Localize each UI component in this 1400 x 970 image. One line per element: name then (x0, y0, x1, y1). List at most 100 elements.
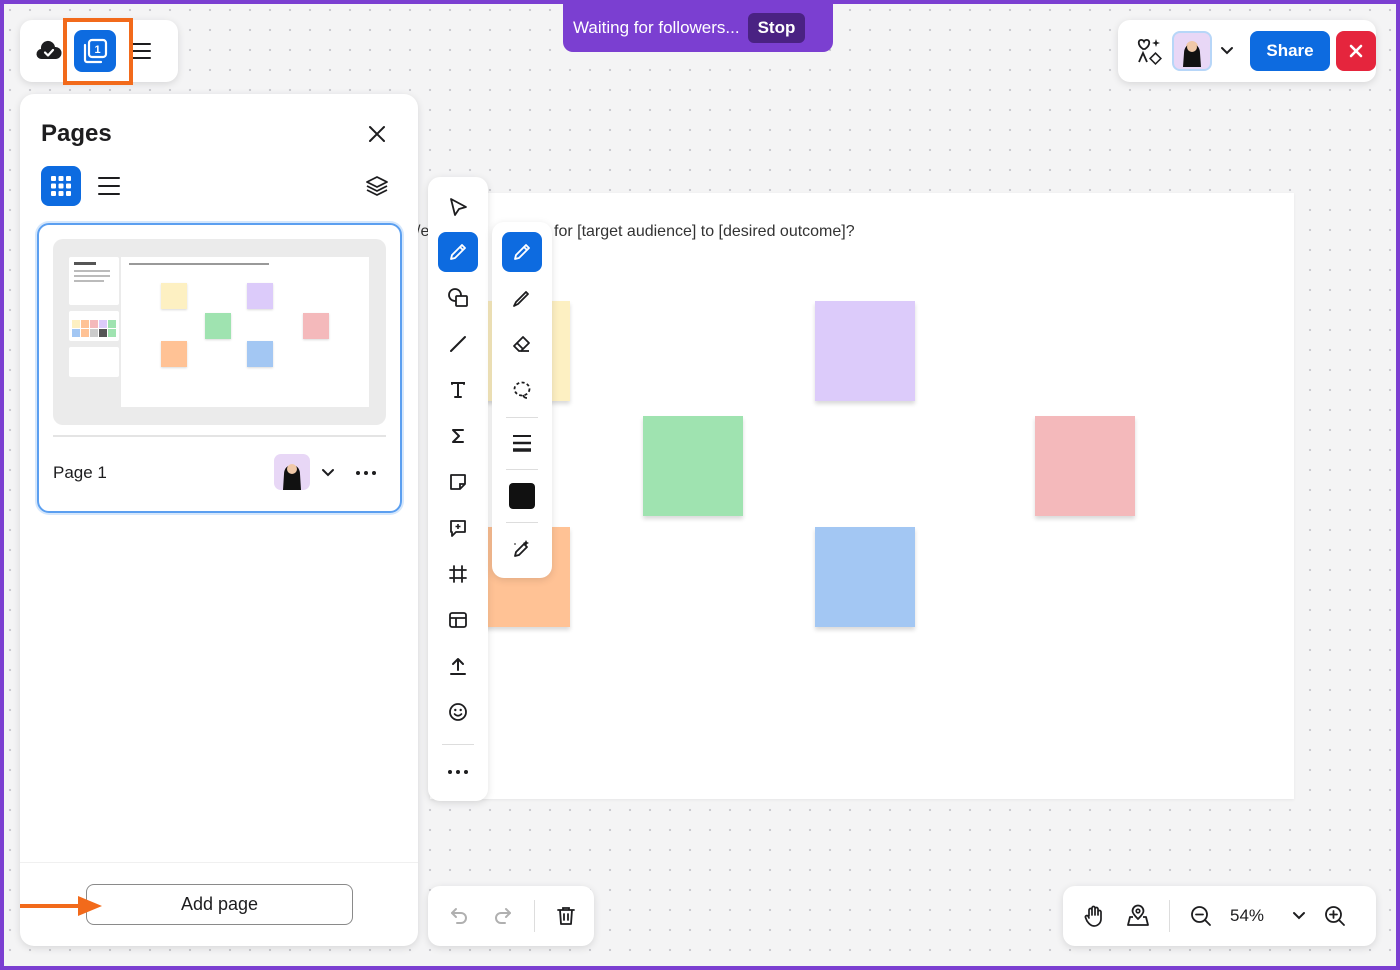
page-thumbnail[interactable] (53, 239, 386, 425)
pen-option[interactable] (502, 232, 542, 272)
more-horizontal-icon (356, 471, 376, 475)
zoom-out-icon (1191, 906, 1211, 926)
magic-pen-icon (514, 540, 529, 557)
share-button[interactable]: Share (1250, 31, 1330, 71)
comment-icon (450, 520, 466, 537)
eraser-icon (513, 336, 530, 352)
stroke-width-option[interactable] (502, 423, 542, 463)
close-icon (1349, 44, 1363, 58)
follow-banner: Waiting for followers... Stop (563, 4, 833, 52)
select-tool[interactable] (438, 187, 478, 227)
frame-tool[interactable] (438, 554, 478, 594)
page-card[interactable]: Page 1 (37, 223, 402, 513)
page-editor-avatar[interactable] (274, 454, 310, 490)
undo-icon (451, 908, 467, 924)
layers-icon (366, 176, 388, 196)
page-card-divider (53, 435, 386, 437)
annotation-arrow-icon (20, 896, 102, 916)
zoom-in-icon (1325, 906, 1345, 926)
toolbar-divider (442, 744, 474, 745)
line-tool[interactable] (438, 324, 478, 364)
hand-tool-button[interactable] (1081, 903, 1107, 929)
draw-subtoolbar (492, 222, 552, 578)
hand-icon (1084, 905, 1102, 927)
marker-icon (513, 291, 529, 307)
sticky-note-purple[interactable] (815, 301, 915, 401)
cursor-icon (450, 198, 467, 216)
emoji-tool[interactable] (438, 692, 478, 732)
user-avatar[interactable] (1172, 31, 1212, 71)
top-right-toolbar: Share (1118, 20, 1376, 82)
sticky-note-icon (450, 474, 466, 490)
template-tool[interactable] (438, 600, 478, 640)
thumbnail-sidebar (69, 257, 119, 305)
shapes-tool[interactable] (438, 278, 478, 318)
reactions-button[interactable] (1132, 34, 1166, 68)
close-icon (369, 126, 385, 142)
cloud-saved-icon[interactable] (36, 40, 62, 62)
collaborators-dropdown[interactable] (1218, 41, 1236, 61)
close-pages-panel-button[interactable] (363, 120, 391, 148)
more-horizontal-icon (448, 770, 468, 774)
marker-option[interactable] (502, 278, 542, 318)
page-more-button[interactable] (353, 463, 379, 483)
zoom-in-button[interactable] (1322, 903, 1348, 929)
stop-following-button[interactable]: Stop (747, 13, 806, 43)
comment-tool[interactable] (438, 508, 478, 548)
annotation-highlight-box (63, 18, 133, 85)
upload-icon (450, 658, 466, 675)
thumbnail-sidebar-reactions (69, 347, 119, 377)
pages-footer-divider (20, 862, 418, 863)
subtoolbar-divider (506, 469, 538, 470)
color-option[interactable] (502, 476, 542, 516)
minimap-button[interactable] (1125, 903, 1151, 929)
board-prompt[interactable]: for [target audience] to [desired outcom… (554, 223, 855, 241)
reactions-icon (1137, 39, 1162, 66)
sigma-icon (452, 429, 464, 443)
pencil-icon (450, 244, 466, 260)
history-divider (534, 900, 535, 932)
page-name[interactable]: Page 1 (53, 463, 107, 483)
more-tools-button[interactable] (438, 752, 478, 792)
text-tool[interactable] (438, 370, 478, 410)
template-icon (449, 612, 467, 628)
zoom-level[interactable]: 54% (1222, 906, 1272, 926)
redo-button[interactable] (490, 903, 516, 929)
grid-view-button[interactable] (41, 166, 81, 206)
close-following-button[interactable] (1336, 31, 1376, 71)
zoom-toolbar: 54% (1063, 886, 1376, 946)
tools-toolbar (428, 177, 488, 801)
draw-tool[interactable] (438, 232, 478, 272)
sticky-note-blue[interactable] (815, 527, 915, 627)
lasso-option[interactable] (502, 370, 542, 410)
eraser-option[interactable] (502, 324, 542, 364)
zoom-out-button[interactable] (1188, 903, 1214, 929)
delete-button[interactable] (553, 903, 579, 929)
sticky-note-green[interactable] (643, 416, 743, 516)
list-icon (98, 177, 120, 195)
text-icon (451, 382, 465, 398)
map-pin-icon (1127, 904, 1149, 926)
stroke-width-icon (513, 435, 531, 452)
shapes-icon (448, 288, 468, 307)
sticky-note-tool[interactable] (438, 462, 478, 502)
thumbnail-board (121, 257, 369, 407)
history-toolbar (428, 886, 594, 946)
zoom-options-dropdown[interactable] (1286, 903, 1312, 929)
trash-icon (557, 907, 575, 925)
layers-button[interactable] (363, 172, 391, 200)
line-icon (450, 336, 466, 352)
pages-panel: Pages Page 1 Add page (20, 94, 418, 946)
subtoolbar-divider (506, 417, 538, 418)
magic-pen-option[interactable] (502, 528, 542, 568)
undo-button[interactable] (446, 903, 472, 929)
color-swatch (509, 483, 535, 509)
upload-tool[interactable] (438, 646, 478, 686)
redo-icon (495, 908, 511, 924)
add-page-button[interactable]: Add page (86, 884, 353, 925)
sticky-note-red[interactable] (1035, 416, 1135, 516)
list-view-button[interactable] (93, 170, 125, 202)
whiteboard-frame[interactable] (430, 193, 1294, 799)
math-tool[interactable] (438, 416, 478, 456)
page-editors-dropdown[interactable] (318, 463, 338, 483)
